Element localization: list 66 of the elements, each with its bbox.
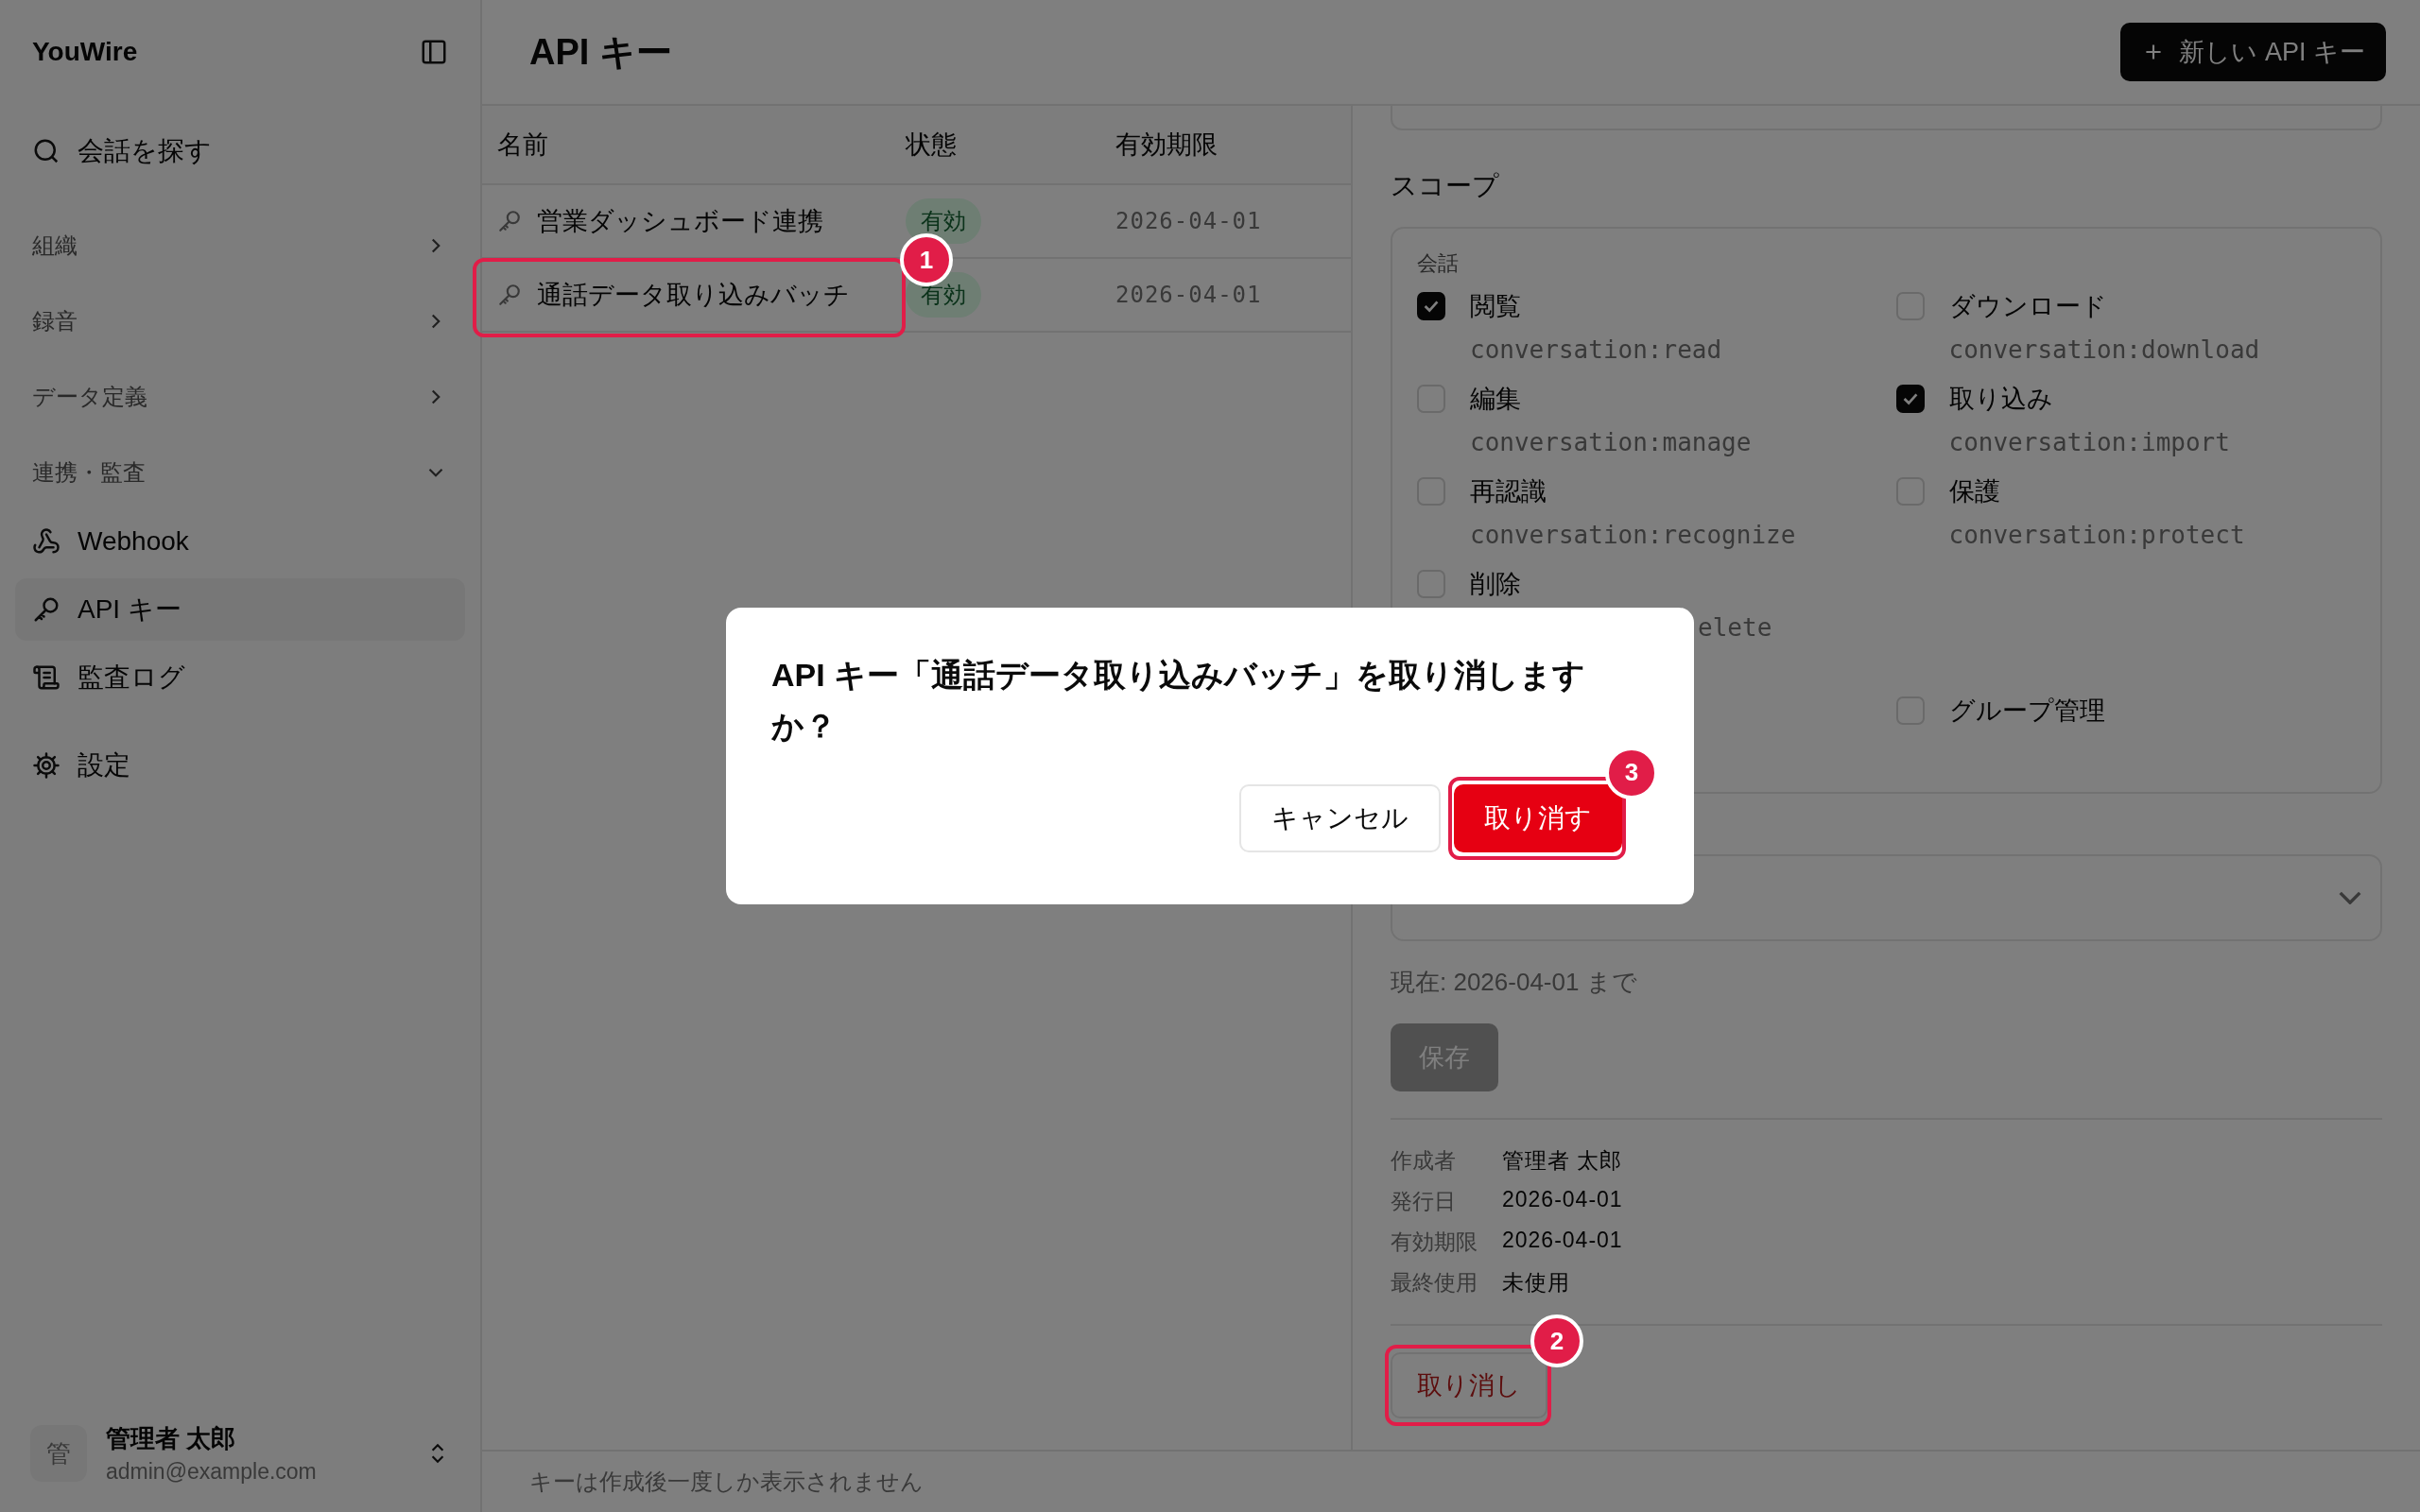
meta-label: 有効期限 — [1391, 1228, 1478, 1256]
scope-label: 編集 — [1470, 384, 1521, 415]
key-icon — [497, 209, 522, 233]
confirm-button[interactable]: 取り消す — [1454, 783, 1622, 852]
brand-name: YouWire — [32, 37, 138, 67]
scope-code: conversation:download — [1948, 335, 2260, 364]
footer-note: キーは作成後一度しか表示されません — [529, 1468, 924, 1496]
search-icon — [32, 137, 60, 165]
scope-label: 取り込み — [1948, 384, 2053, 415]
meta-label: 発行日 — [1391, 1188, 1457, 1215]
nav-group[interactable]: 録音 — [15, 284, 465, 359]
expiry-date: 2026-04-01 — [1115, 208, 1262, 234]
meta-label: 作成者 — [1391, 1147, 1457, 1175]
checkbox[interactable] — [1895, 385, 1925, 413]
dialog-message: API キー「通話データ取り込みバッチ」を取り消しますか？ — [771, 656, 1587, 747]
scope-label: グループ管理 — [1948, 696, 2105, 727]
nav-item[interactable]: API キー — [15, 578, 465, 641]
group-label: 会話 — [1417, 250, 1460, 277]
settings-icon — [32, 751, 60, 780]
expiry-date: 2026-04-01 — [1115, 282, 1262, 308]
status-badge: 有効 — [906, 198, 981, 244]
key-name[interactable]: 営業ダッシュボード連携 — [537, 204, 823, 238]
checkbox[interactable] — [1417, 292, 1445, 320]
nav-item[interactable]: Webhook — [15, 510, 465, 573]
chevron-down-icon — [2339, 891, 2361, 904]
scroll-icon — [32, 663, 60, 692]
avatar: 管 — [30, 1425, 87, 1482]
column-header: 有効期限 — [1115, 129, 1219, 161]
scope-code: conversation:protect — [1948, 521, 2245, 549]
scope-label: 再認識 — [1470, 476, 1547, 507]
key-icon — [497, 283, 522, 307]
search-nav-item[interactable]: 会話を探す — [15, 121, 465, 181]
scope-code: elete — [1698, 613, 1772, 642]
user-email: admin@example.com — [106, 1459, 318, 1485]
scope-code: conversation:recognize — [1470, 521, 1796, 549]
nav-group[interactable]: 組織 — [15, 208, 465, 284]
user-menu[interactable]: 管 管理者 太郎 admin@example.com — [15, 1406, 465, 1501]
nav-group[interactable]: 連携・監査 — [15, 435, 465, 510]
scope-label: 保護 — [1948, 476, 2000, 507]
scope-code: conversation:read — [1470, 335, 1722, 364]
sidebar-toggle-icon[interactable] — [420, 38, 448, 66]
user-name: 管理者 太郎 — [106, 1423, 237, 1454]
meta-value: 2026-04-01 — [1502, 1228, 1623, 1254]
expiry-hint: 現在: 2026-04-01 まで — [1391, 967, 1637, 998]
column-header: 状態 — [906, 129, 958, 161]
key-name[interactable]: 通話データ取り込みバッチ — [537, 278, 850, 312]
nav-group[interactable]: データ定義 — [15, 359, 465, 435]
new-key-button[interactable]: 新しい API キー — [2120, 23, 2386, 81]
meta-value: 管理者 太郎 — [1502, 1147, 1623, 1175]
callout-badge: 2 — [1530, 1314, 1583, 1367]
scope-label: 閲覧 — [1470, 291, 1521, 322]
meta-label: 最終使用 — [1391, 1269, 1478, 1297]
meta-value: 2026-04-01 — [1502, 1187, 1623, 1213]
cancel-button[interactable]: キャンセル — [1239, 783, 1441, 852]
section-title: スコープ — [1391, 170, 1499, 202]
nav-item[interactable]: 監査ログ — [15, 646, 465, 709]
settings-nav-item[interactable]: 設定 — [15, 735, 465, 796]
scope-code: conversation:manage — [1470, 428, 1752, 456]
page-title: API キー — [529, 30, 672, 74]
scope-label: ダウンロード — [1948, 291, 2107, 322]
webhook-icon — [32, 527, 60, 556]
scope-code: conversation:import — [1948, 428, 2230, 456]
scope-label: 削除 — [1470, 569, 1521, 600]
column-header: 名前 — [496, 129, 549, 161]
meta-value: 未使用 — [1502, 1269, 1571, 1297]
key-icon — [32, 595, 60, 624]
